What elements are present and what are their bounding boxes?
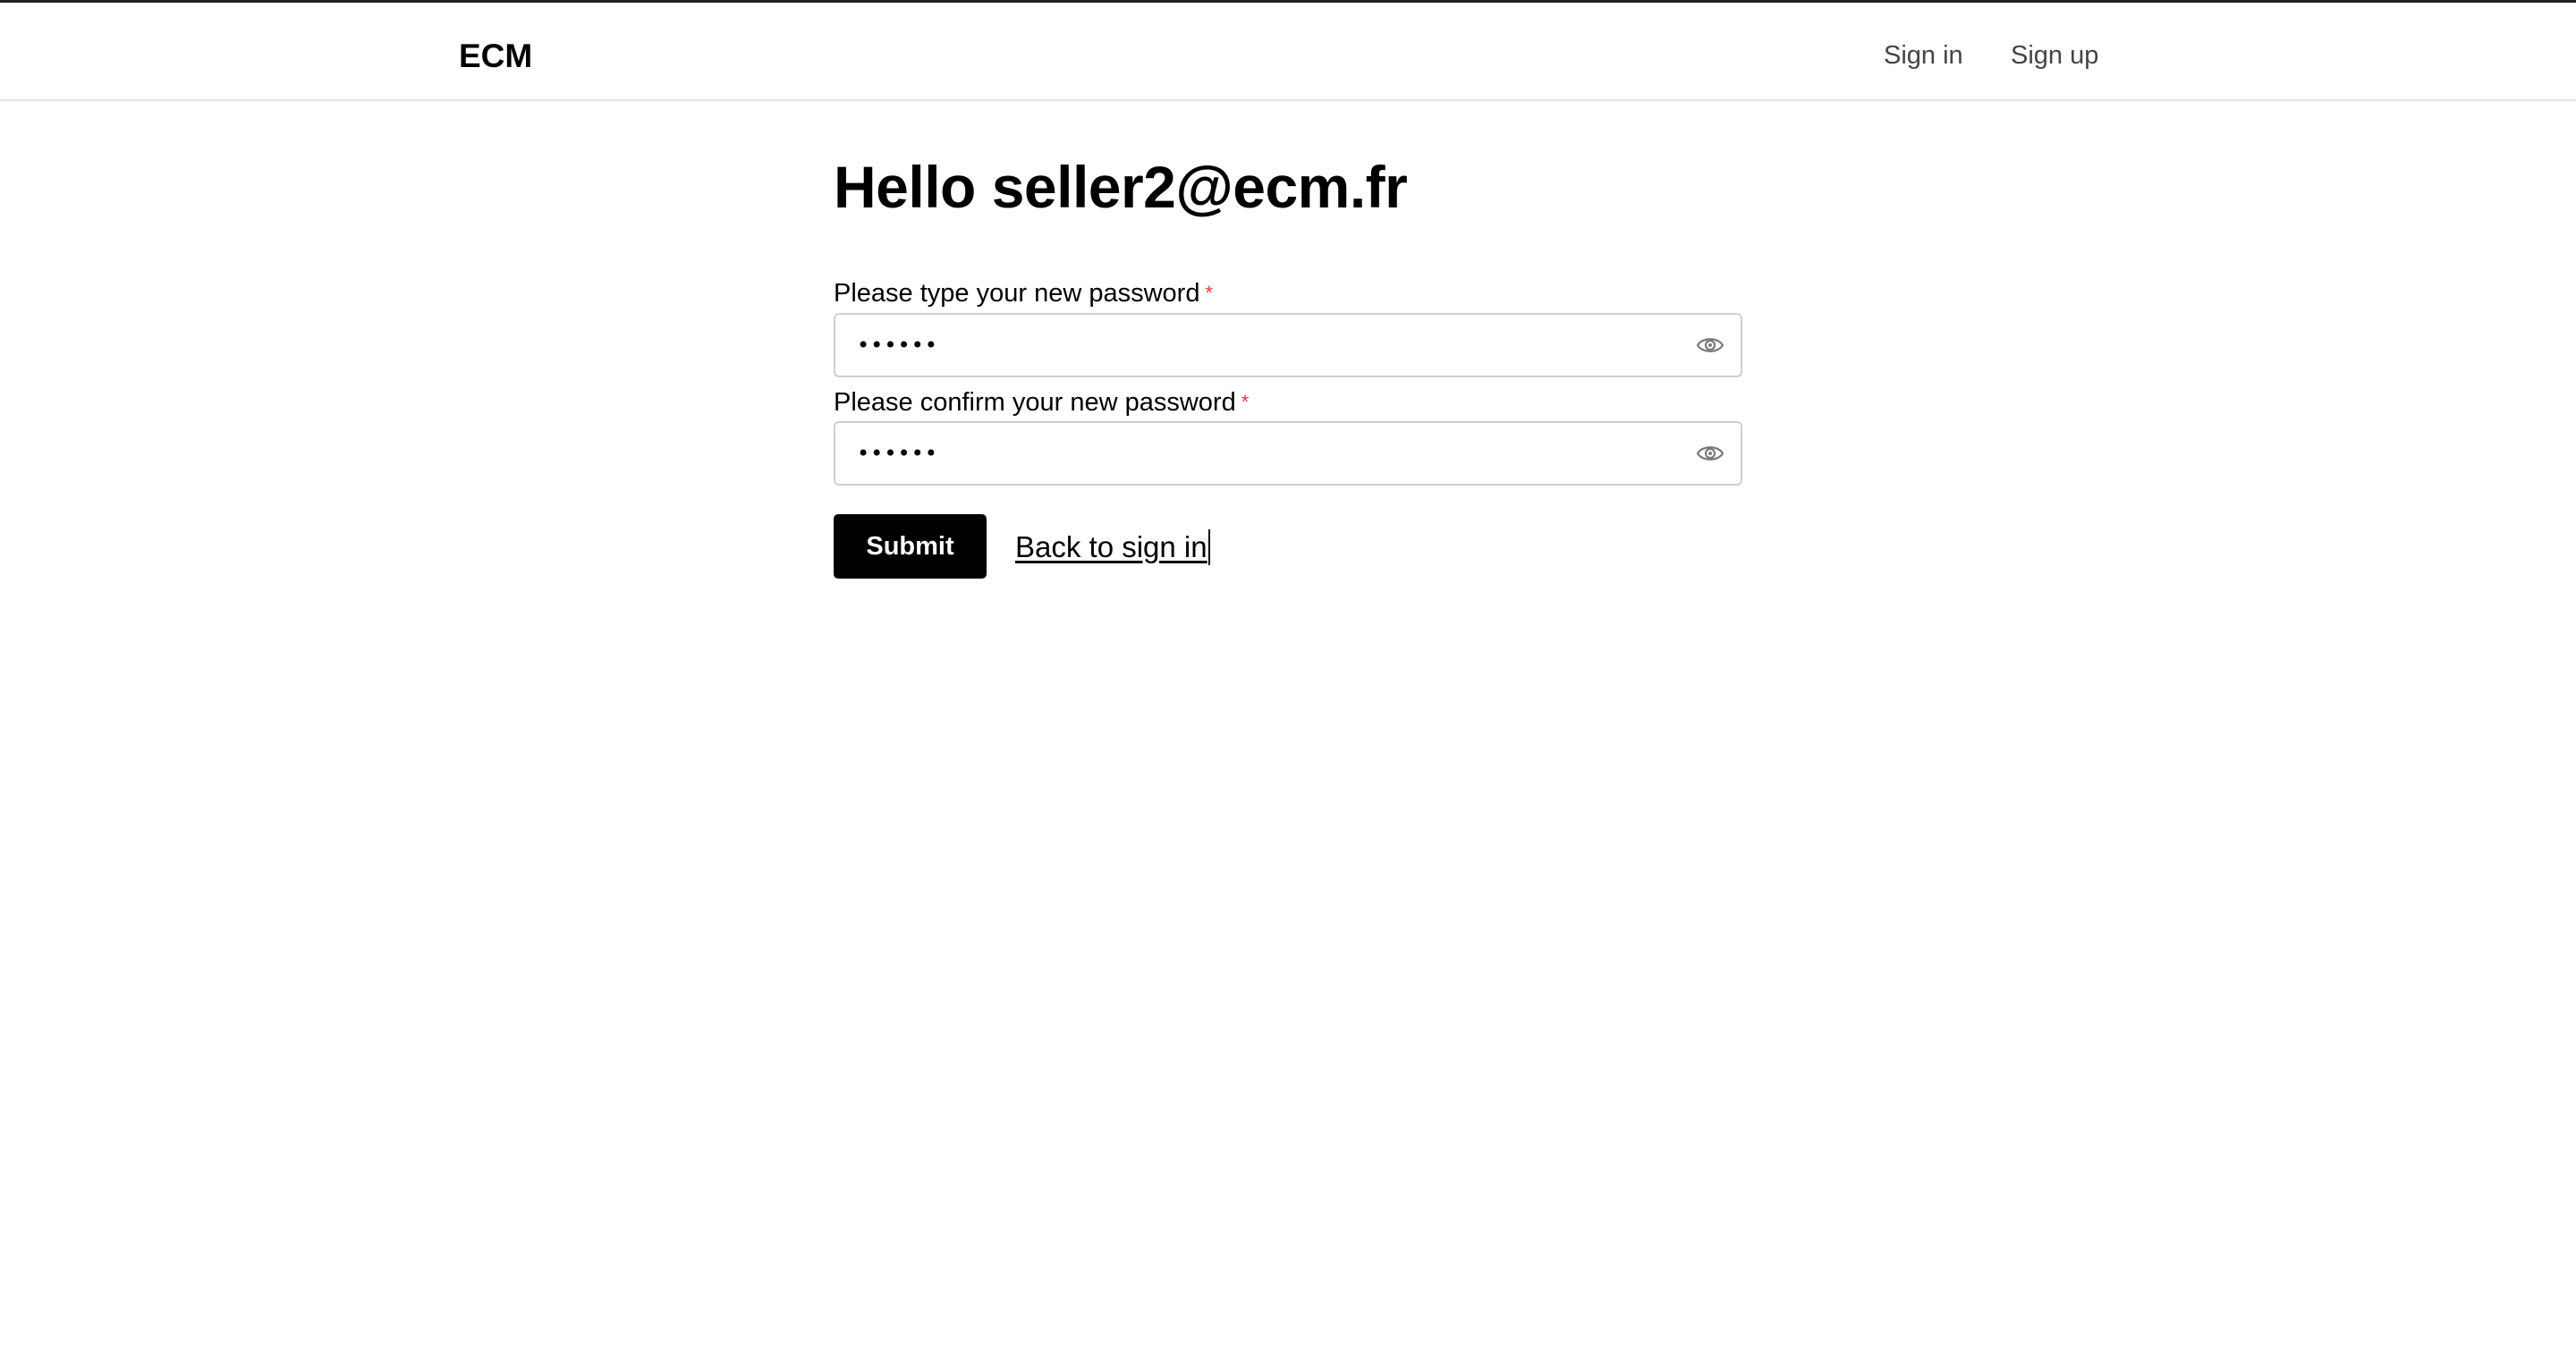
eye-icon[interactable] [1696, 334, 1724, 357]
back-to-sign-in-label: Back to sign in [1015, 530, 1208, 563]
text-cursor [1208, 529, 1210, 566]
submit-button[interactable]: Submit [834, 514, 987, 579]
new-password-field [834, 313, 1742, 377]
page-title: Hello seller2@ecm.fr [834, 154, 1408, 220]
brand-logo[interactable]: ECM [459, 35, 532, 78]
new-password-label: Please type your new password * [834, 275, 1213, 311]
eye-icon[interactable] [1696, 442, 1724, 465]
nav-sign-in-link[interactable]: Sign in [1884, 37, 1963, 74]
back-to-sign-in-link[interactable]: Back to sign in [1015, 528, 1210, 567]
confirm-password-input[interactable] [857, 423, 1644, 484]
required-mark: * [1241, 391, 1250, 413]
navbar: ECM Sign in Sign up [0, 3, 2576, 101]
confirm-password-field [834, 421, 1742, 486]
required-mark: * [1205, 282, 1214, 304]
confirm-password-label-text: Please confirm your new password [834, 388, 1236, 417]
new-password-input[interactable] [857, 315, 1644, 376]
nav-sign-up-link[interactable]: Sign up [2011, 37, 2098, 74]
confirm-password-label: Please confirm your new password * [834, 385, 1249, 420]
new-password-label-text: Please type your new password [834, 279, 1200, 308]
